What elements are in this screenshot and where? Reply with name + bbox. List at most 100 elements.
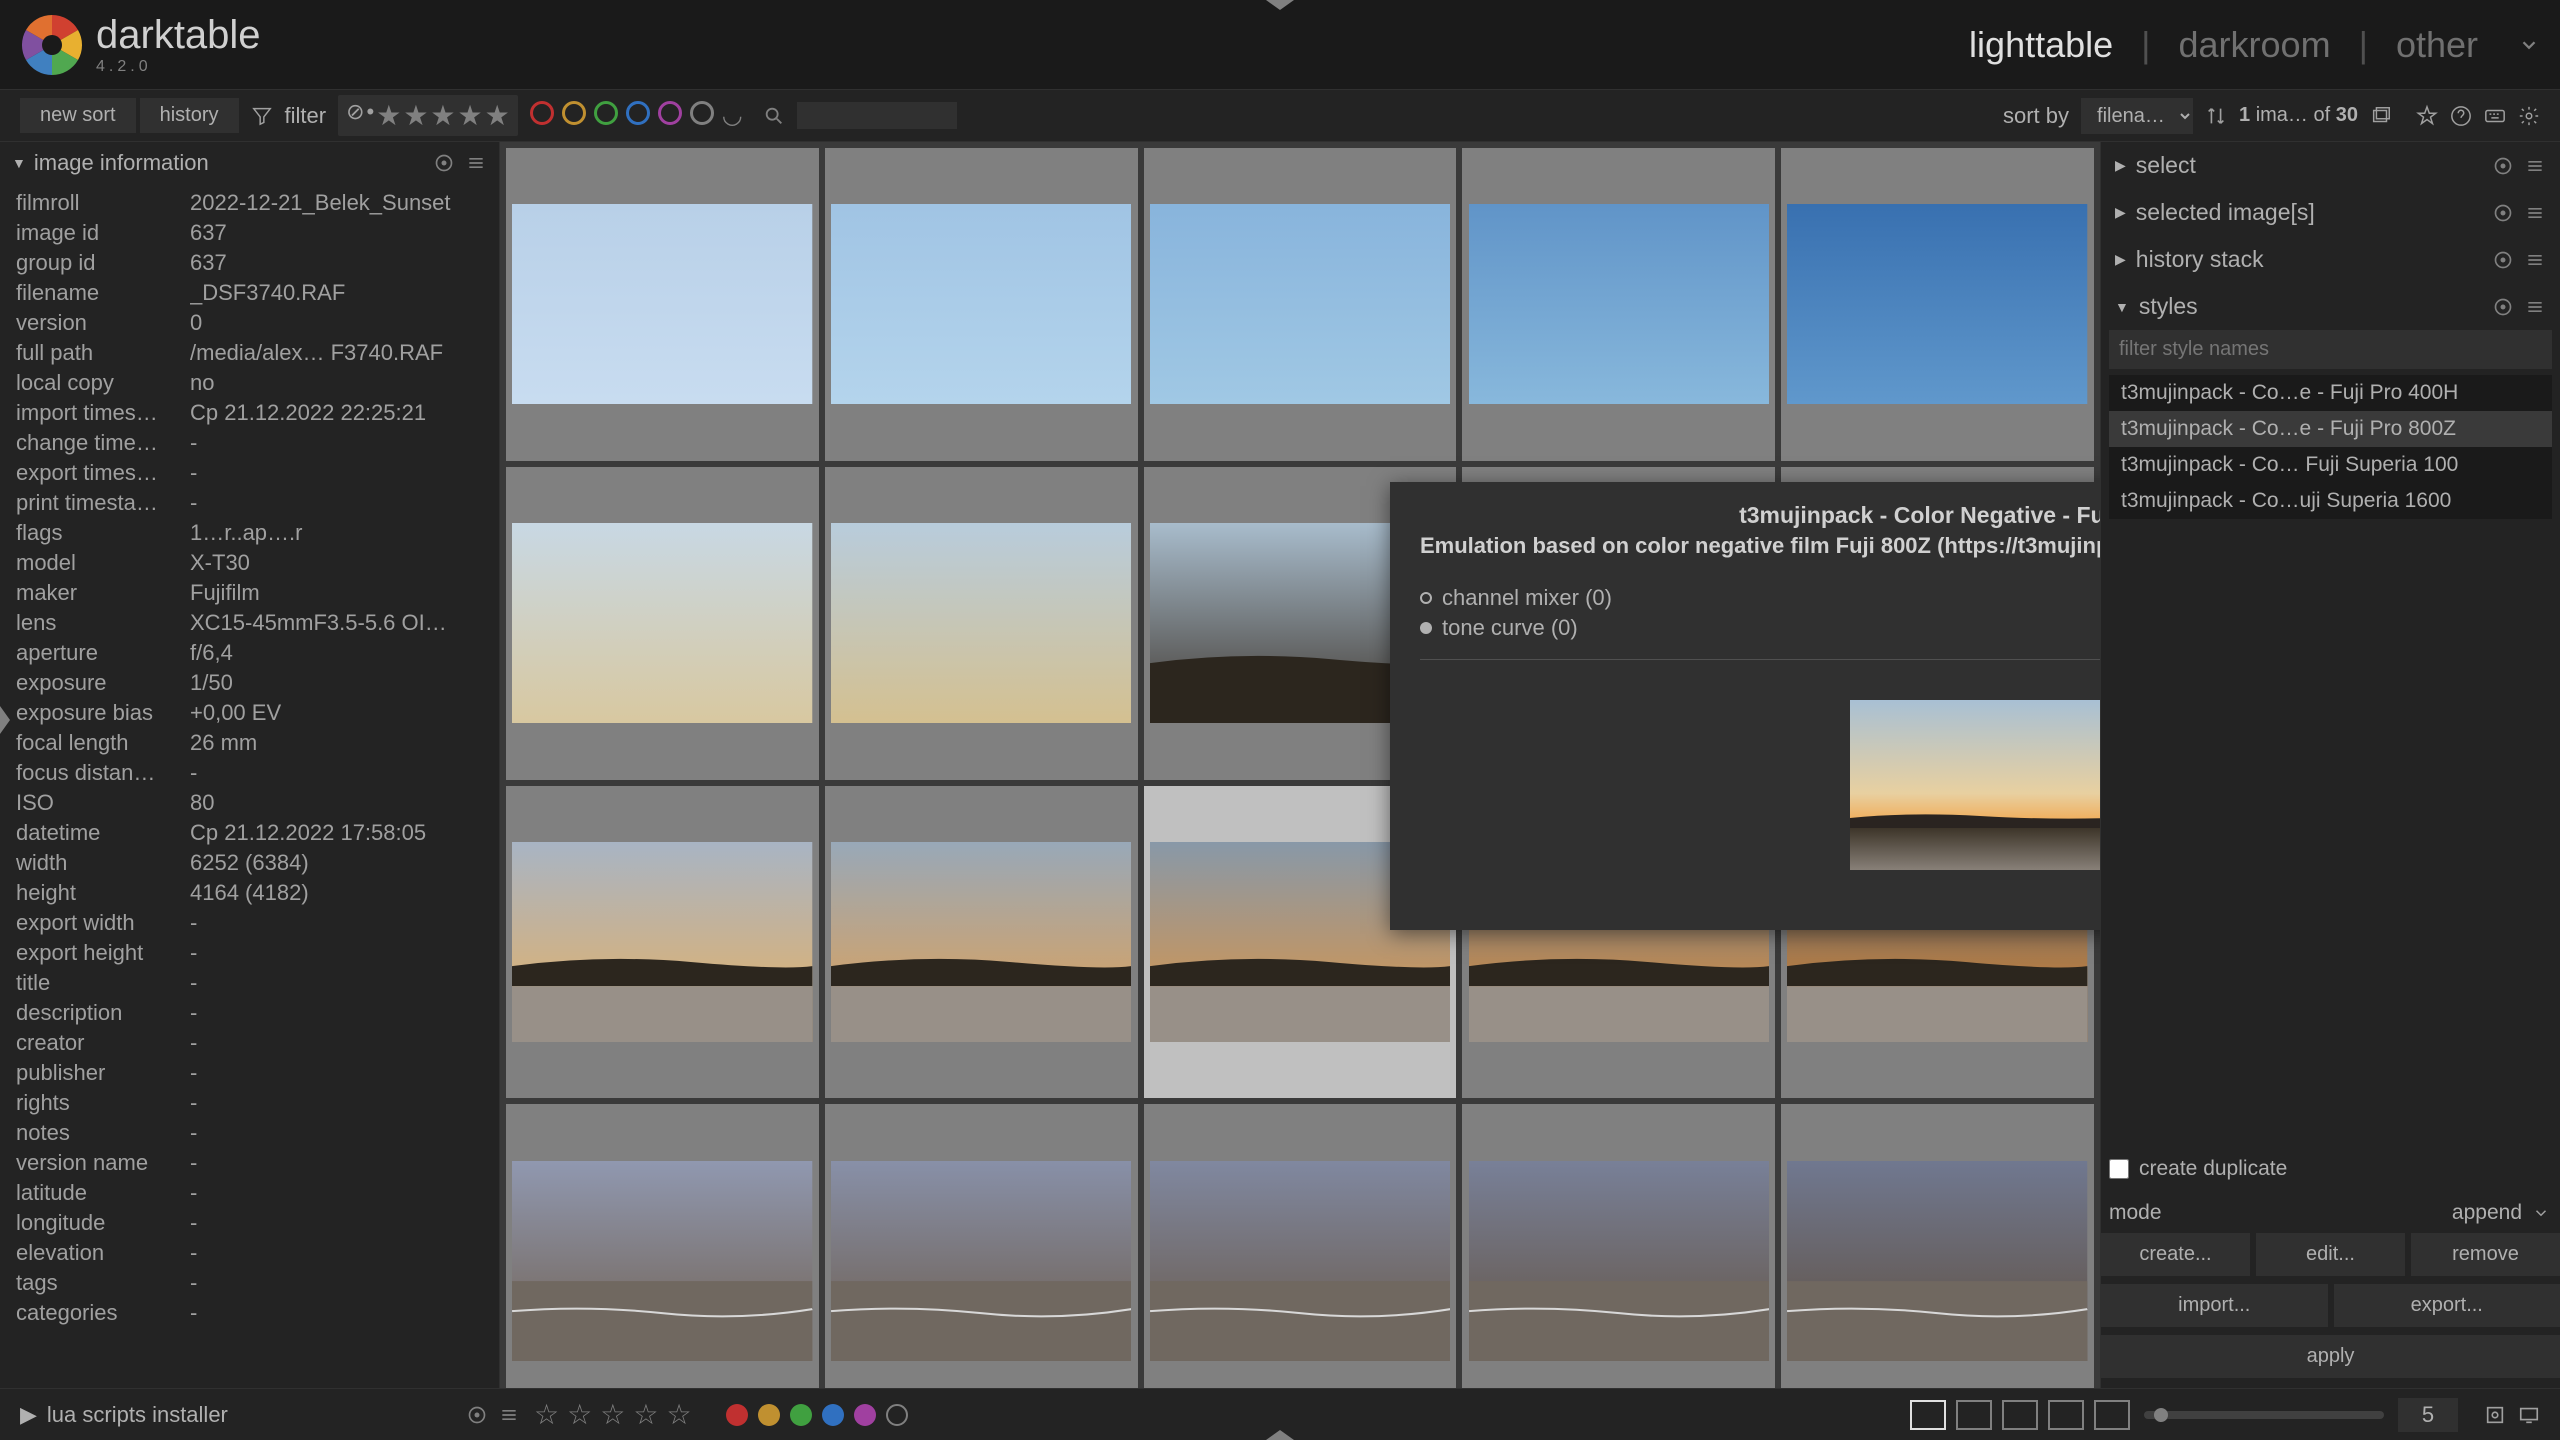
collapse-grouped-icon[interactable] bbox=[2370, 105, 2392, 127]
presets-hamburger-icon[interactable] bbox=[2524, 155, 2546, 177]
thumbnail[interactable] bbox=[1144, 1104, 1457, 1388]
clear-label-icon[interactable] bbox=[886, 1404, 908, 1426]
nav-darkroom[interactable]: darkroom bbox=[2179, 24, 2331, 66]
star-1-icon[interactable]: ★ bbox=[376, 99, 401, 132]
image-info-header[interactable]: ▼ image information bbox=[0, 142, 499, 184]
styles-module-header[interactable]: ▼ styles bbox=[2101, 283, 2560, 330]
thumbnail[interactable] bbox=[506, 148, 819, 461]
thumbnail[interactable] bbox=[506, 1104, 819, 1388]
star-1-icon[interactable]: ☆ bbox=[534, 1398, 559, 1431]
sort-direction-icon[interactable] bbox=[2205, 105, 2227, 127]
styles-list[interactable]: t3mujinpack - Co…e - Fuji Pro 400Ht3muji… bbox=[2109, 375, 2552, 519]
filter-funnel-icon[interactable] bbox=[251, 105, 273, 127]
export-style-button[interactable]: export... bbox=[2334, 1284, 2560, 1327]
focus-peaking-icon[interactable] bbox=[2484, 1404, 2506, 1426]
new-sort-button[interactable]: new sort bbox=[20, 98, 136, 133]
star-4-icon[interactable]: ☆ bbox=[633, 1398, 658, 1431]
star-3-icon[interactable]: ★ bbox=[430, 99, 455, 132]
style-item[interactable]: t3mujinpack - Co…uji Superia 1600 bbox=[2109, 483, 2552, 519]
reset-icon[interactable] bbox=[433, 152, 455, 174]
presets-hamburger-icon[interactable] bbox=[465, 152, 487, 174]
purple-label-icon[interactable] bbox=[854, 1404, 876, 1426]
edit-style-button[interactable]: edit... bbox=[2256, 1233, 2405, 1276]
search-input[interactable] bbox=[797, 102, 957, 129]
star-overlay-icon[interactable] bbox=[2416, 105, 2438, 127]
thumbnail[interactable] bbox=[825, 467, 1138, 780]
chevron-down-icon[interactable] bbox=[2530, 1202, 2552, 1224]
select-module-header[interactable]: ▶ select bbox=[2101, 142, 2560, 189]
gray-label-icon[interactable] bbox=[690, 101, 714, 125]
thumbnail[interactable] bbox=[506, 786, 819, 1099]
reset-icon[interactable] bbox=[2492, 296, 2514, 318]
yellow-label-icon[interactable] bbox=[758, 1404, 780, 1426]
star-2-icon[interactable]: ☆ bbox=[567, 1398, 592, 1431]
nav-other[interactable]: other bbox=[2396, 24, 2478, 66]
create-style-button[interactable]: create... bbox=[2101, 1233, 2250, 1276]
star-2-icon[interactable]: ★ bbox=[403, 99, 428, 132]
collapse-bottom-icon[interactable] bbox=[1266, 1430, 1294, 1440]
collapse-left-icon[interactable] bbox=[0, 706, 10, 734]
star-5-icon[interactable]: ★ bbox=[485, 99, 510, 132]
thumbnail[interactable] bbox=[1781, 148, 2094, 461]
star-4-icon[interactable]: ★ bbox=[458, 99, 483, 132]
grid-view-icon[interactable] bbox=[1910, 1400, 1946, 1430]
slider-thumb[interactable] bbox=[2154, 1408, 2168, 1422]
star-5-icon[interactable]: ☆ bbox=[666, 1398, 691, 1431]
remove-style-button[interactable]: remove bbox=[2411, 1233, 2560, 1276]
zoomable-view-icon[interactable] bbox=[1956, 1400, 1992, 1430]
create-duplicate-checkbox[interactable] bbox=[2109, 1159, 2129, 1179]
reject-icon[interactable]: ⊘ bbox=[346, 99, 364, 132]
star-3-icon[interactable]: ☆ bbox=[600, 1398, 625, 1431]
arc-label-icon[interactable]: ◡ bbox=[722, 101, 743, 130]
sort-field-select[interactable]: filena… bbox=[2081, 98, 2193, 134]
zoom-slider[interactable] bbox=[2144, 1411, 2384, 1419]
lua-title[interactable]: lua scripts installer bbox=[47, 1402, 228, 1428]
purple-label-icon[interactable] bbox=[658, 101, 682, 125]
thumbnail[interactable] bbox=[825, 148, 1138, 461]
reset-icon[interactable] bbox=[466, 1404, 488, 1426]
selected-images-module-header[interactable]: ▶ selected image[s] bbox=[2101, 189, 2560, 236]
thumbnail[interactable] bbox=[825, 786, 1138, 1099]
collapse-top-icon[interactable] bbox=[1266, 0, 1294, 10]
apply-style-button[interactable]: apply bbox=[2101, 1335, 2560, 1378]
yellow-label-icon[interactable] bbox=[562, 101, 586, 125]
nav-lighttable[interactable]: lighttable bbox=[1969, 24, 2113, 66]
keyboard-shortcuts-icon[interactable] bbox=[2484, 105, 2506, 127]
triangle-right-icon[interactable]: ▶ bbox=[20, 1402, 37, 1428]
culling-view-icon[interactable] bbox=[2048, 1400, 2084, 1430]
presets-hamburger-icon[interactable] bbox=[2524, 249, 2546, 271]
thumbnail[interactable] bbox=[1462, 148, 1775, 461]
nav-dropdown-icon[interactable] bbox=[2518, 34, 2540, 56]
style-item[interactable]: t3mujinpack - Co… Fuji Superia 100 bbox=[2109, 447, 2552, 483]
thumbnail[interactable] bbox=[825, 1104, 1138, 1388]
thumbnail[interactable] bbox=[1462, 1104, 1775, 1388]
reset-icon[interactable] bbox=[2492, 249, 2514, 271]
blue-label-icon[interactable] bbox=[626, 101, 650, 125]
reset-icon[interactable] bbox=[2492, 155, 2514, 177]
history-stack-module-header[interactable]: ▶ history stack bbox=[2101, 236, 2560, 283]
preferences-gear-icon[interactable] bbox=[2518, 105, 2540, 127]
presets-hamburger-icon[interactable] bbox=[2524, 296, 2546, 318]
style-item[interactable]: t3mujinpack - Co…e - Fuji Pro 400H bbox=[2109, 375, 2552, 411]
unstar-icon[interactable]: • bbox=[367, 99, 375, 132]
thumbnail[interactable] bbox=[506, 467, 819, 780]
style-item[interactable]: t3mujinpack - Co…e - Fuji Pro 800Z bbox=[2109, 411, 2552, 447]
help-icon[interactable] bbox=[2450, 105, 2472, 127]
green-label-icon[interactable] bbox=[790, 1404, 812, 1426]
red-label-icon[interactable] bbox=[530, 101, 554, 125]
fullpreview-view-icon[interactable] bbox=[2094, 1400, 2130, 1430]
thumbnail[interactable] bbox=[1144, 148, 1457, 461]
display-profile-icon[interactable] bbox=[2518, 1404, 2540, 1426]
zoom-value[interactable]: 5 bbox=[2398, 1398, 2458, 1432]
rating-filter[interactable]: ⊘ • ★ ★ ★ ★ ★ bbox=[338, 95, 518, 136]
compare-view-icon[interactable] bbox=[2002, 1400, 2038, 1430]
presets-hamburger-icon[interactable] bbox=[498, 1404, 520, 1426]
styles-filter-input[interactable] bbox=[2109, 330, 2552, 369]
reset-icon[interactable] bbox=[2492, 202, 2514, 224]
red-label-icon[interactable] bbox=[726, 1404, 748, 1426]
thumbnail[interactable] bbox=[1781, 1104, 2094, 1388]
history-button[interactable]: history bbox=[140, 98, 239, 133]
green-label-icon[interactable] bbox=[594, 101, 618, 125]
mode-value[interactable]: append bbox=[2452, 1201, 2522, 1225]
presets-hamburger-icon[interactable] bbox=[2524, 202, 2546, 224]
